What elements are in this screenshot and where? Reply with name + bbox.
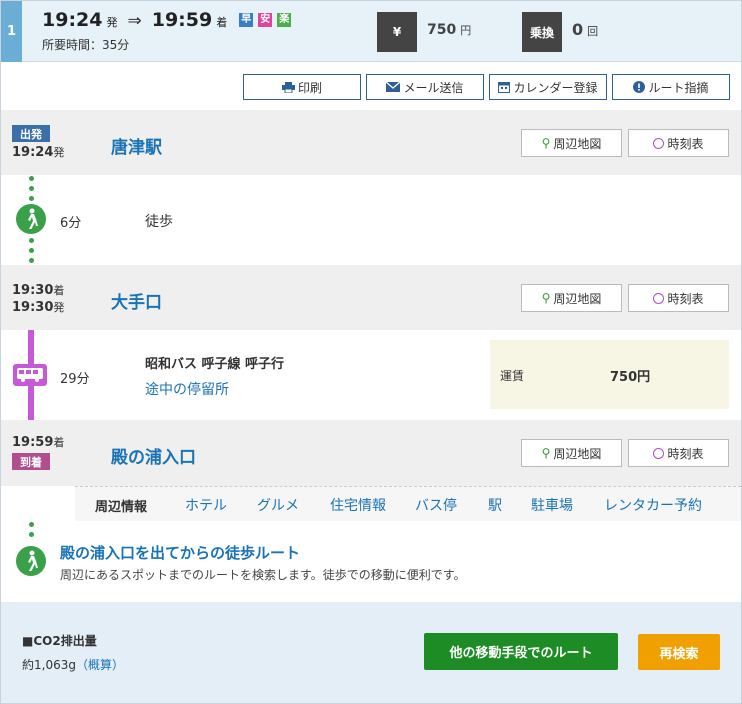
transfer-value: 0 [572,20,584,39]
map-button[interactable]: ⚲ 周辺地図 [521,284,622,312]
calendar-label: カレンダー登録 [513,80,598,95]
nearby-title: 周辺情報 [95,500,148,515]
walk-route-desc: 周辺にあるスポットまでのルートを検索します。徒歩での移動に便利です。 [60,568,466,582]
depart-suffix: 発 [106,16,118,29]
print-label: 印刷 [297,80,322,95]
bus-line-name: 昭和バス 呼子線 呼子行 [145,357,285,372]
transfer-summary: 0 回 [572,20,598,39]
arrow-icon: ⇒ [127,11,142,31]
bus-icon [13,364,47,386]
fare-summary: 750 円 [427,22,471,38]
nearby-link-gourmet[interactable]: グルメ [257,495,299,515]
map-button[interactable]: ⚲ 周辺地図 [521,439,622,467]
arrive-suffix: 着 [216,16,228,29]
co2-value: 約1,063g [22,658,76,672]
arrive-time: 19:59 [151,9,213,31]
transfer-label: 乗換 [522,12,562,52]
clock-icon [653,137,665,149]
alert-icon [633,81,646,93]
timetable-button[interactable]: 時刻表 [628,129,729,157]
station-name[interactable]: 殿の浦入口 [111,443,196,468]
footer [1,602,741,703]
route-number: 1 [1,1,22,62]
bus-minutes: 29分 [60,372,90,387]
transfer-unit: 回 [587,25,599,38]
stop-depart-time: 19:30発 [12,300,65,315]
printer-icon [281,81,295,93]
calendar-icon [498,82,511,93]
map-pin-icon: ⚲ [541,136,551,150]
walk-icon [16,204,46,234]
co2-value-row: 約1,063g（概算） [22,656,124,673]
station-name[interactable]: 唐津駅 [111,133,162,158]
nearby-link-parking[interactable]: 駐車場 [531,495,573,515]
research-button[interactable]: 再検索 [638,634,720,670]
map-pin-icon: ⚲ [541,291,551,305]
fare-label: 運賃 [500,369,525,383]
nearby-link-station[interactable]: 駅 [488,495,502,515]
walk-icon [16,546,46,576]
map-button[interactable]: ⚲ 周辺地図 [521,129,622,157]
walk-route-link[interactable]: 殿の浦入口を出てからの徒歩ルート [60,542,300,563]
stop-time: 19:24発 [12,145,65,160]
duration-text: 所要時間：35分 [42,38,130,52]
stop-time: 19:59着 [12,435,65,450]
walk-minutes: 6分 [60,216,82,231]
arrival-badge: 到着 [12,453,50,470]
cheapest-badge: 安 [258,13,273,27]
fare-unit: 円 [460,24,472,37]
fare-amount: 750円 [610,370,651,385]
mail-icon [386,82,401,92]
depart-time: 19:24 [42,9,103,31]
yen-icon: ¥ [377,12,417,52]
nearby-link-bus-stop[interactable]: バス停 [415,495,457,515]
clock-icon [653,447,665,459]
intermediate-stops-link[interactable]: 途中の停留所 [145,379,229,399]
stop-arrive-time: 19:30着 [12,283,65,298]
nearby-link-rental-car[interactable]: レンタカー予約 [604,495,702,515]
co2-label: ■CO2排出量 [22,634,97,648]
mail-label: メール送信 [403,80,464,95]
route-report-label: ルート指摘 [648,80,709,95]
walk-mode: 徒歩 [145,214,173,230]
print-button[interactable]: 印刷 [243,74,361,100]
fastest-badge: 早 [239,13,254,27]
other-transport-button[interactable]: 他の移動手段でのルート [424,633,618,670]
map-pin-icon: ⚲ [541,446,551,460]
nearby-link-hotel[interactable]: ホテル [185,495,227,515]
timetable-button[interactable]: 時刻表 [628,439,729,467]
departure-badge: 出発 [12,125,50,142]
nearby-link-housing[interactable]: 住宅情報 [330,495,386,515]
timetable-button[interactable]: 時刻表 [628,284,729,312]
station-name[interactable]: 大手口 [111,288,162,313]
easiest-badge: 楽 [277,13,292,27]
route-times: 19:24 発 ⇒ 19:59 着 早 安 楽 [42,9,292,31]
calendar-button[interactable]: カレンダー登録 [489,74,607,100]
mail-button[interactable]: メール送信 [366,74,484,100]
co2-estimate-link[interactable]: （概算） [76,658,124,672]
fare-value: 750 [427,22,457,38]
route-report-button[interactable]: ルート指摘 [612,74,730,100]
clock-icon [653,292,665,304]
